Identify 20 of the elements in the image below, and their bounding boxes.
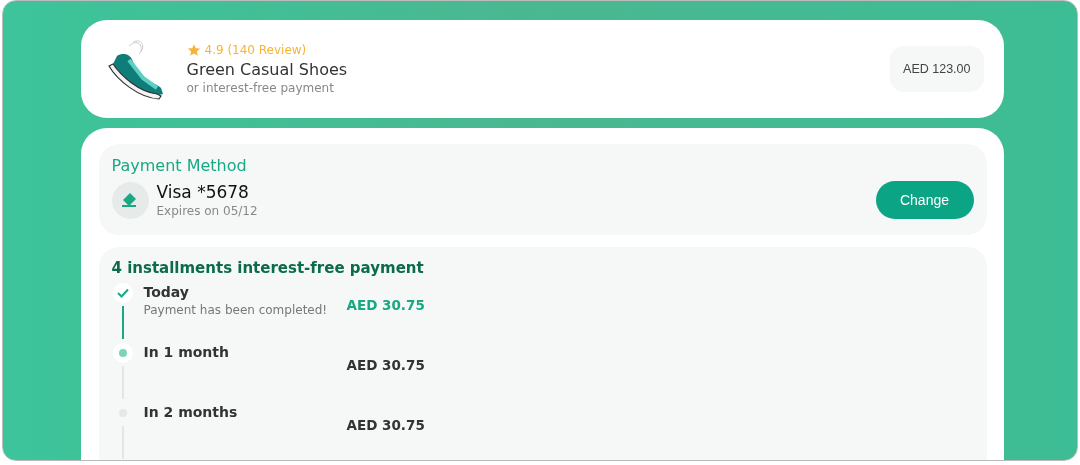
installment-label: Today [143, 284, 190, 300]
price-tag: AED 123.00 [890, 46, 984, 92]
installment-label: In 1 month [143, 344, 230, 360]
product-subtitle: or interest-free payment [186, 81, 335, 95]
installment-amount: AED 30.75 [346, 357, 425, 375]
star-icon [186, 43, 201, 57]
change-button[interactable]: Change [875, 181, 974, 219]
card-name: Visa *5678 [156, 182, 250, 202]
installment-amount: AED 30.75 [346, 297, 425, 315]
installment-amount: AED 30.75 [346, 417, 425, 435]
card-icon [111, 181, 149, 219]
installment-label: In 2 months [143, 404, 239, 420]
progress-dot [112, 343, 133, 363]
section-heading: Payment Method [111, 156, 248, 175]
check-icon [112, 283, 133, 303]
product-name: Green Casual Shoes [186, 60, 349, 79]
installment-note: Payment has been completed! [143, 303, 329, 317]
section-heading: 4 installments interest-free payment [111, 259, 425, 277]
rating-text: 4.9 (140 Review) [204, 43, 307, 57]
card-expiry: Expires on 05/12 [156, 204, 259, 218]
